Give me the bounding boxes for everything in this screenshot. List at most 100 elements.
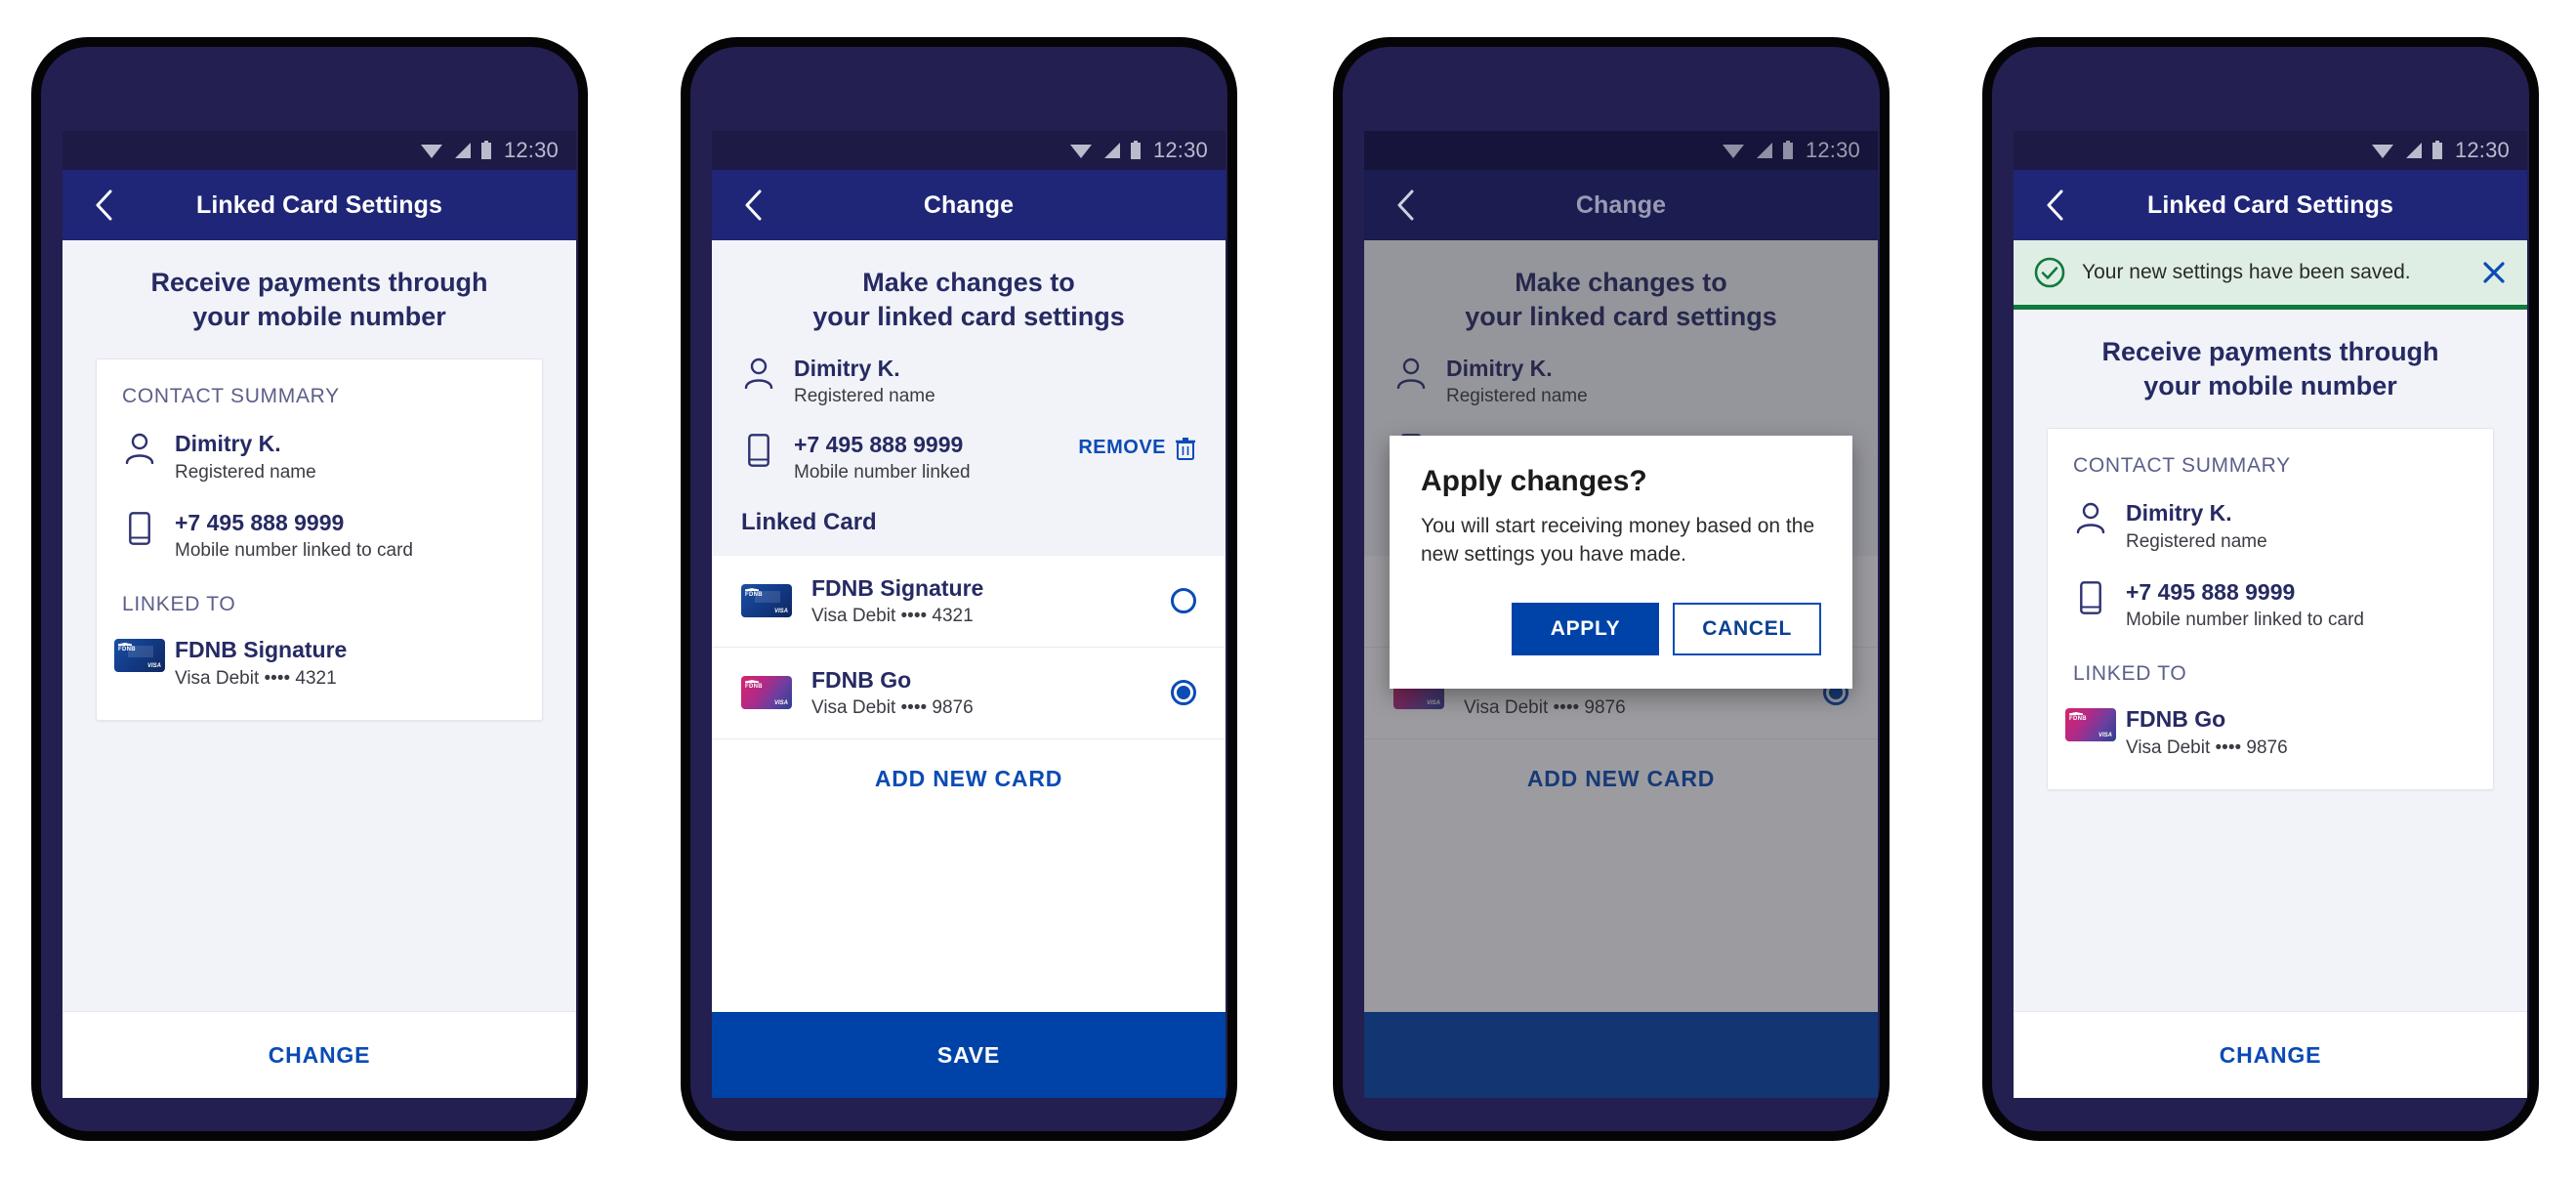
screen-body: Receive payments through your mobile num… (62, 240, 576, 1098)
card-art-blue: FDNB VISA (741, 584, 792, 618)
card-name: FDNB Signature (811, 574, 984, 601)
linked-card-detail: Visa Debit •••• 4321 (175, 667, 337, 689)
chevron-left-icon (96, 189, 112, 221)
success-banner: Your new settings have been saved. (2014, 240, 2527, 310)
fdnb-logo: FDNB (745, 588, 763, 598)
card-art-blue: FDNB VISA (114, 638, 165, 672)
headline-line-2: your mobile number (2143, 370, 2397, 400)
person-icon (2073, 499, 2108, 534)
card-art-pink: FDNB VISA (741, 676, 792, 710)
screen-body: Your new settings have been saved. Recei… (2014, 240, 2527, 1098)
contact-phone: +7 495 888 9999 (794, 431, 964, 457)
contact-phone-caption: Mobile number linked to card (2126, 610, 2364, 631)
chevron-left-icon (2047, 189, 2063, 221)
cancel-button[interactable]: CANCEL (1673, 602, 1821, 655)
contact-phone-row: +7 495 888 9999 Mobile number linked REM… (741, 431, 1196, 507)
contact-name-row: Dimitry K. Registered name (122, 430, 517, 484)
wifi-icon (1069, 145, 1092, 158)
save-button[interactable]: SAVE (712, 1012, 1226, 1098)
change-header-block: Make changes to your linked card setting… (712, 240, 1226, 556)
screen-change: 12:30 Change Make changes to your linked… (712, 131, 1226, 1098)
page-title: Change (1575, 190, 1667, 219)
add-new-card-button[interactable]: ADD NEW CARD (712, 738, 1226, 820)
status-bar-time: 12:30 (1805, 138, 1860, 162)
screen-body: Make changes to your linked card setting… (1364, 240, 1878, 1098)
wifi-icon (2371, 145, 2393, 158)
contact-name-caption: Registered name (2126, 530, 2267, 552)
card-option-signature[interactable]: FDNB VISA FDNB Signature Visa Debit ••••… (712, 556, 1226, 648)
linked-card-row: FDNB VISA FDNB Signature Visa Debit ••••… (114, 636, 517, 691)
phone-mockup-2: 12:30 Change Make changes to your linked… (681, 37, 1237, 1141)
back-button[interactable] (88, 189, 121, 222)
chevron-left-icon (1397, 189, 1414, 221)
apply-button[interactable]: APPLY (1511, 602, 1660, 655)
visa-logo: VISA (146, 662, 161, 669)
screen-linked-card-settings-saved: 12:30 Linked Card Settings Your new sett… (2014, 131, 2527, 1098)
page-title: Change (923, 190, 1015, 219)
contact-phone-caption: Mobile number linked (794, 461, 971, 483)
contact-summary-label: CONTACT SUMMARY (2073, 454, 2291, 478)
headline-line-1: Receive payments through (2101, 337, 2439, 366)
change-button[interactable]: CHANGE (2014, 1011, 2527, 1098)
card-radio-signature[interactable] (1171, 588, 1196, 614)
back-button[interactable] (1390, 189, 1423, 222)
app-bar: Change (712, 170, 1226, 240)
screenshot-stage: 12:30 Linked Card Settings Receive payme… (0, 0, 2576, 1179)
screen-body: Make changes to your linked card setting… (712, 240, 1226, 1098)
headline-line-2: your mobile number (192, 301, 446, 331)
mobile-phone-icon (122, 509, 157, 545)
mobile-phone-icon (2073, 578, 2108, 614)
card-art-pink: FDNB VISA (2065, 707, 2116, 741)
status-bar-time: 12:30 (503, 138, 559, 162)
battery-icon (1782, 141, 1793, 159)
back-button[interactable] (2039, 189, 2072, 222)
fdnb-logo: FDNB (2069, 712, 2087, 722)
status-bar: 12:30 (62, 131, 576, 170)
card-option-go[interactable]: FDNB VISA FDNB Go Visa Debit •••• 9876 (712, 648, 1226, 739)
visa-logo: VISA (773, 700, 788, 707)
contact-summary-card: CONTACT SUMMARY Dimitry K. Registered na… (2047, 428, 2494, 791)
phone-mockup-3: 12:30 Change Make changes to your linked… (1333, 37, 1890, 1141)
contact-name: Dimitry K. (175, 431, 281, 457)
contact-summary-label: CONTACT SUMMARY (122, 385, 340, 408)
change-button[interactable]: CHANGE (62, 1011, 576, 1098)
remove-phone-button[interactable]: REMOVE (1078, 431, 1196, 460)
signal-icon (454, 143, 471, 158)
check-circle-icon (2034, 257, 2065, 288)
fdnb-logo: FDNB (118, 643, 136, 653)
battery-icon (480, 141, 491, 159)
card-name: FDNB Go (811, 666, 912, 693)
app-bar: Change (1364, 170, 1878, 240)
app-bar: Linked Card Settings (2014, 170, 2527, 240)
battery-icon (2431, 141, 2442, 159)
card-radio-go[interactable] (1171, 680, 1196, 706)
contact-phone-caption: Mobile number linked to card (175, 540, 413, 562)
back-button[interactable] (737, 189, 770, 222)
close-banner-button[interactable] (2480, 259, 2508, 286)
page-headline: Receive payments through your mobile num… (2014, 310, 2527, 402)
status-bar: 12:30 (712, 131, 1226, 170)
visa-logo: VISA (773, 609, 788, 615)
page-title: Linked Card Settings (195, 190, 443, 219)
signal-icon (1756, 143, 1772, 158)
contact-name: Dimitry K. (794, 356, 900, 382)
contact-phone-row: +7 495 888 9999 Mobile number linked to … (122, 509, 517, 564)
phone-mockup-4: 12:30 Linked Card Settings Your new sett… (1982, 37, 2539, 1141)
linked-card-row: FDNB VISA FDNB Go Visa Debit •••• 9876 (2065, 705, 2468, 760)
linked-card-section-label: Linked Card (741, 508, 877, 535)
battery-icon (1130, 141, 1141, 159)
visa-logo: VISA (2098, 732, 2112, 738)
chevron-left-icon (745, 189, 762, 221)
mobile-phone-icon (741, 431, 776, 467)
card-art-thumbnail: FDNB VISA (114, 636, 165, 672)
contact-summary-card: CONTACT SUMMARY Dimitry K. Registered na… (96, 358, 543, 722)
dialog-title: Apply changes? (1421, 465, 1647, 497)
page-headline: Make changes to your linked card setting… (741, 240, 1196, 355)
apply-changes-dialog: Apply changes? You will start receiving … (1390, 436, 1852, 689)
trash-icon (1176, 437, 1195, 460)
headline-line-2: your linked card settings (812, 301, 1125, 331)
contact-name-row: Dimitry K. Registered name (741, 355, 1196, 431)
linked-card-detail: Visa Debit •••• 9876 (2126, 737, 2288, 758)
